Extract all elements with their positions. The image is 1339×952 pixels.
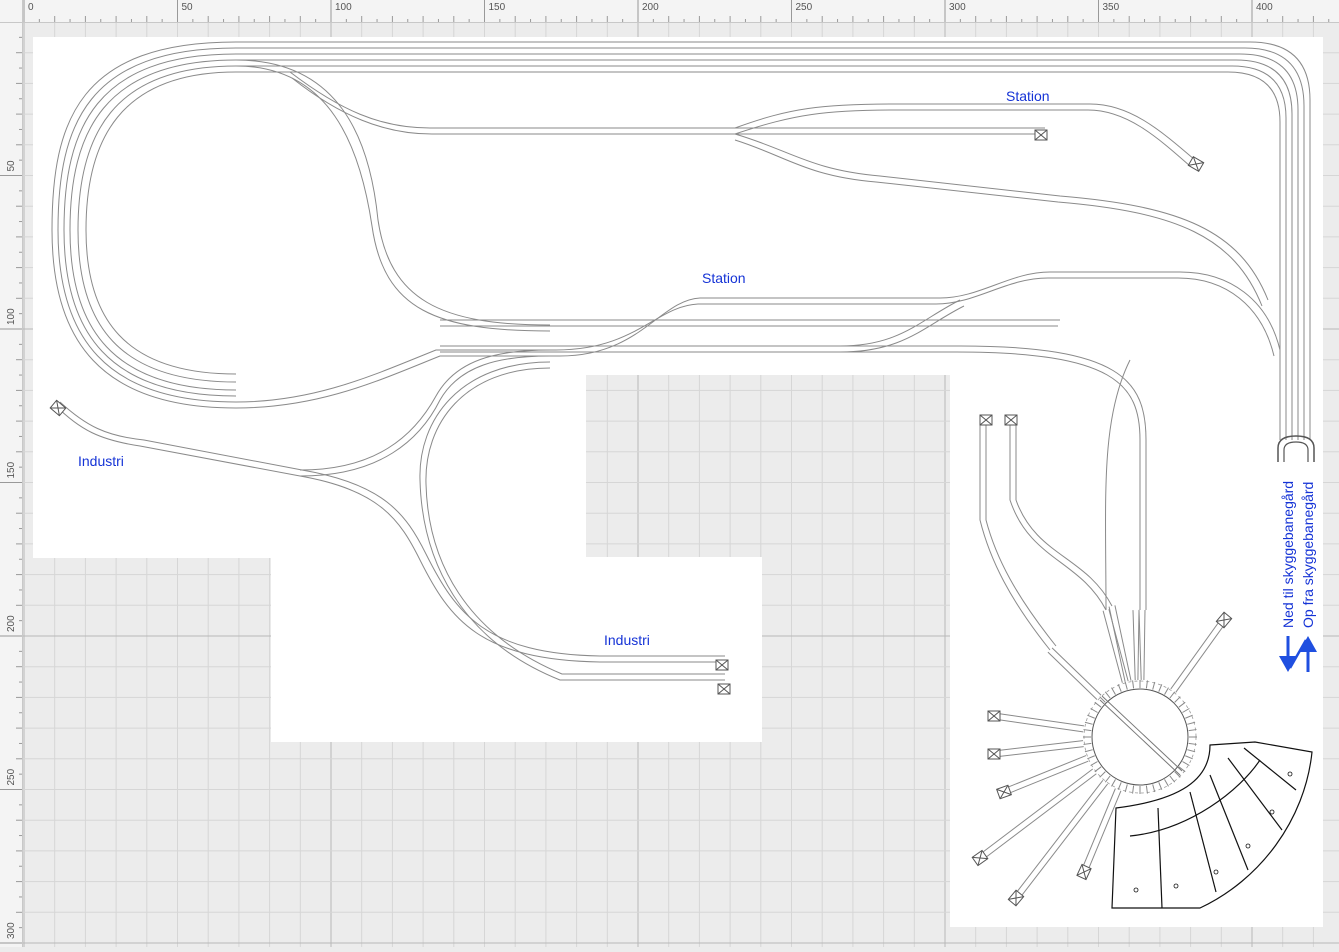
ruler-left-label: 50 — [6, 160, 17, 172]
label-industri-bottom: Industri — [604, 632, 650, 648]
turntable-icon[interactable] — [1083, 680, 1197, 794]
ruler-top-label: 400 — [1256, 2, 1273, 13]
ruler-left-label: 100 — [6, 308, 17, 325]
label-station-mid: Station — [702, 270, 746, 286]
layout-canvas[interactable]: Station Station Industri Industri Ned ti… — [0, 0, 1339, 947]
ruler-left-label: 300 — [6, 922, 17, 939]
ruler-top-label: 350 — [1103, 2, 1120, 13]
label-ned-til-skyggebanegard: Ned til skyggebanegård — [1280, 481, 1296, 628]
ruler-top-label: 200 — [642, 2, 659, 13]
ruler-left: 50 100 150 200 250 300 — [0, 0, 23, 947]
ruler-top: 0 50 100 150 200 250 300 350 400 — [0, 0, 1339, 23]
label-industri-left: Industri — [78, 453, 124, 469]
ruler-left-label: 250 — [6, 768, 17, 785]
ruler-top-label: 50 — [182, 2, 194, 13]
track-planner-window: Station Station Industri Industri Ned ti… — [0, 0, 1339, 947]
ruler-corner — [0, 0, 23, 23]
ruler-left-label: 200 — [6, 615, 17, 632]
ruler-left-label: 150 — [6, 461, 17, 478]
ruler-top-label: 100 — [335, 2, 352, 13]
ruler-top-label: 300 — [949, 2, 966, 13]
ruler-top-label: 0 — [28, 2, 34, 13]
ruler-top-label: 150 — [489, 2, 506, 13]
label-station-top: Station — [1006, 88, 1050, 104]
label-op-fra-skyggebanegard: Op fra skyggebanegård — [1300, 482, 1316, 628]
ruler-top-label: 250 — [796, 2, 813, 13]
